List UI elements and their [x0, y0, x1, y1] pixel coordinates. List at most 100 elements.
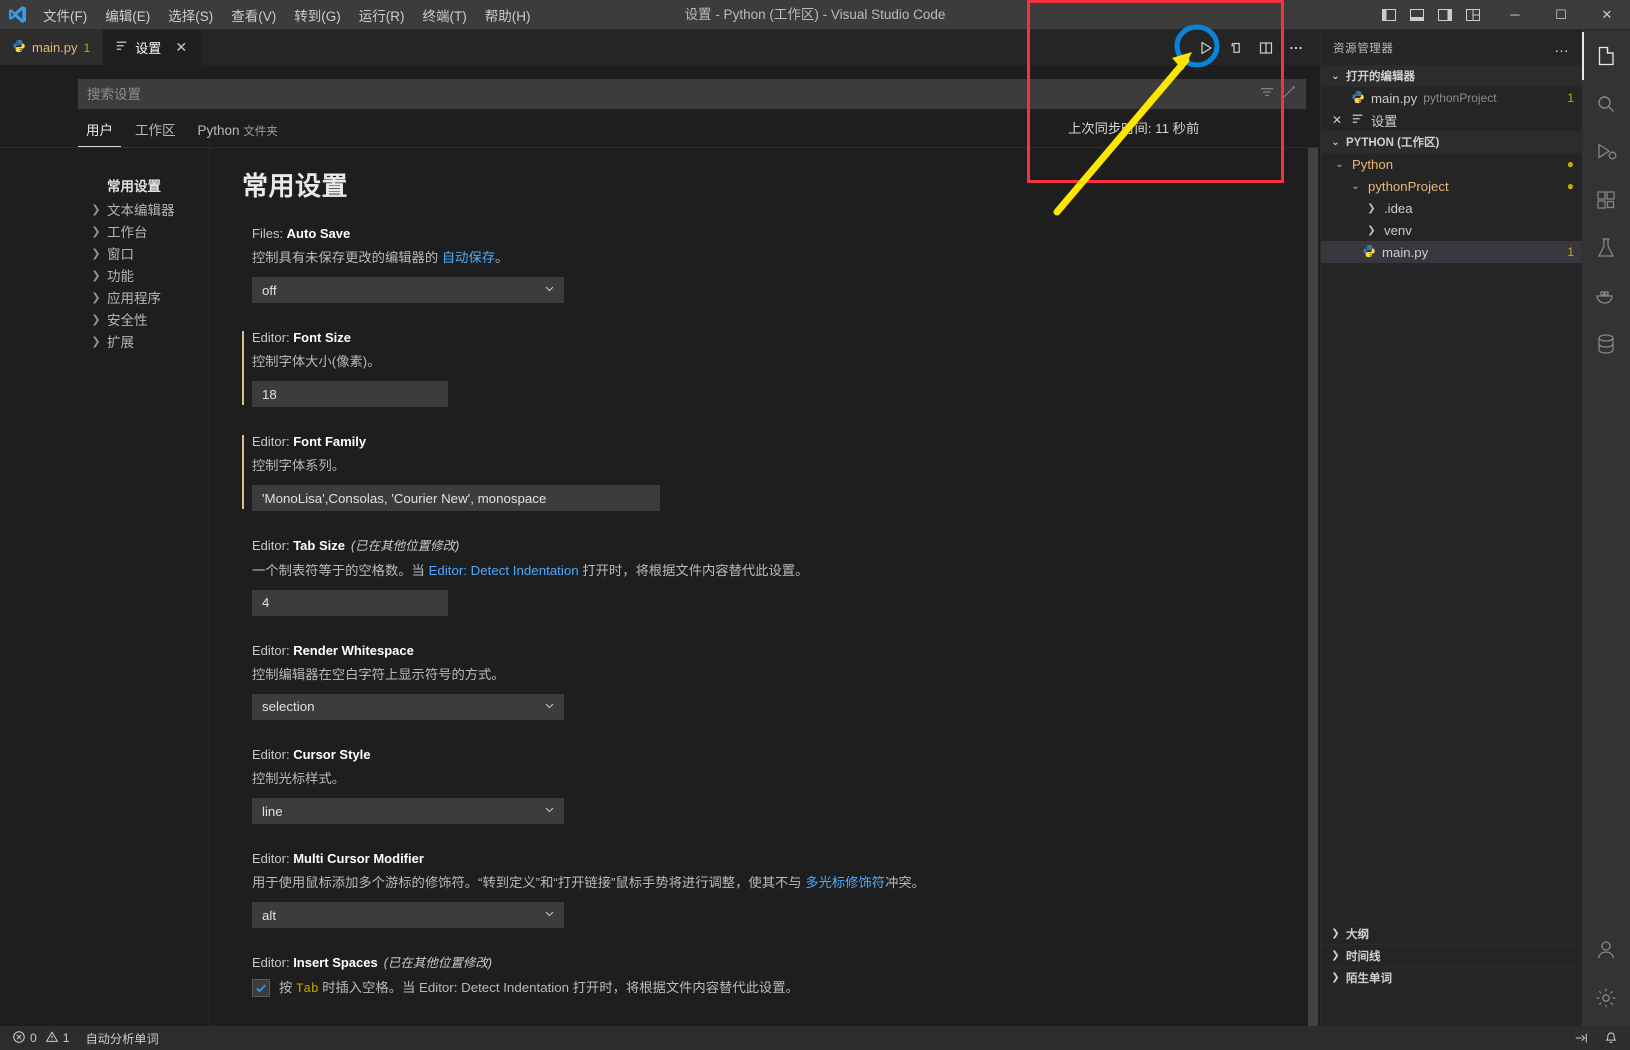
setting-dropdown-value: selection [262, 699, 315, 715]
close-editor-icon[interactable]: ✕ [1329, 113, 1345, 127]
setting-description-text: 控制字体系列。 [252, 458, 346, 474]
menu-edit[interactable]: 编辑(E) [96, 1, 159, 29]
split-editor-icon[interactable] [1252, 34, 1280, 62]
setting-text-input[interactable]: 4 [252, 589, 448, 616]
tree-item-label: .idea [1384, 200, 1413, 216]
customize-layout-icon[interactable] [1460, 2, 1486, 28]
toc-item-common[interactable]: 常用设置 [90, 172, 209, 198]
setting-item: Editor: Render Whitespace 控制编辑器在空白字符上显示符号… [242, 642, 1320, 720]
open-changes-icon[interactable] [1222, 34, 1250, 62]
tree-item-main-py[interactable]: main.py 1 [1321, 241, 1582, 263]
status-bar: 0 1 自动分析单词 [0, 1026, 1630, 1050]
setting-description-link[interactable]: Editor: Detect Indentation [429, 563, 579, 578]
account-icon[interactable] [1582, 926, 1630, 974]
more-actions-icon[interactable] [1282, 34, 1310, 62]
problems-status[interactable]: 0 1 [4, 1026, 78, 1050]
toggle-panel-icon[interactable] [1404, 2, 1430, 28]
tab-close-icon[interactable]: ✕ [173, 39, 189, 56]
setting-key: Editor: Cursor Style [252, 746, 1320, 764]
toc-item-features[interactable]: ❯ 功能 [90, 264, 209, 286]
toggle-secondary-sidebar-icon[interactable] [1432, 2, 1458, 28]
settings-list[interactable]: 常用设置 Files: Auto Save 控制具有未保存更改的编辑器的 自动保存… [210, 148, 1320, 1026]
setting-dropdown[interactable]: selection [252, 693, 564, 720]
database-icon[interactable] [1582, 320, 1630, 368]
setting-checkbox[interactable] [252, 978, 270, 997]
section-python-workspace[interactable]: ⌄ PYTHON (工作区) [1321, 131, 1582, 153]
setting-dropdown-value: line [262, 803, 283, 819]
tree-item-venv[interactable]: ❯ venv [1321, 219, 1582, 241]
menu-file[interactable]: 文件(F) [34, 1, 96, 29]
explorer-icon[interactable] [1582, 32, 1630, 80]
open-editor-settings[interactable]: ✕ 设置 [1321, 109, 1582, 131]
toc-item-security[interactable]: ❯ 安全性 [90, 308, 209, 330]
panel-unknown-words[interactable]: ❯ 陌生单词 [1321, 966, 1582, 988]
run-debug-icon[interactable] [1582, 128, 1630, 176]
setting-dropdown[interactable]: off [252, 277, 564, 304]
word-analysis-status[interactable]: 自动分析单词 [78, 1026, 167, 1050]
setting-key-name: Insert Spaces [293, 955, 378, 971]
chevron-down-icon: ⌄ [1331, 70, 1340, 82]
scope-tab-folder[interactable]: Python 文件夹 [190, 119, 286, 147]
setting-text-input[interactable]: 'MonoLisa',Consolas, 'Courier New', mono… [252, 485, 660, 512]
window-minimize-button[interactable]: ─ [1492, 0, 1538, 30]
scope-tab-label: 用户 [86, 123, 113, 138]
setting-text-input[interactable]: 18 [252, 381, 448, 408]
section-label: PYTHON (工作区) [1346, 137, 1440, 149]
menu-go[interactable]: 转到(G) [285, 1, 350, 29]
menu-view[interactable]: 查看(V) [222, 1, 285, 29]
menu-help[interactable]: 帮助(H) [476, 1, 540, 29]
docker-icon[interactable] [1582, 272, 1630, 320]
search-icon[interactable] [1582, 80, 1630, 128]
scope-tab-workspace[interactable]: 工作区 [127, 115, 184, 147]
settings-search-box[interactable] [78, 79, 1306, 109]
editor-layout-status-icon[interactable] [1566, 1026, 1596, 1050]
window-close-button[interactable]: ✕ [1584, 0, 1630, 30]
setting-key: Editor: Insert Spaces (已在其他位置修改) [252, 954, 1320, 973]
panel-outline[interactable]: ❯ 大纲 [1321, 922, 1582, 944]
titlebar-right-controls: ─ ☐ ✕ [1376, 0, 1630, 30]
menu-run[interactable]: 运行(R) [350, 1, 414, 29]
toc-item-extensions[interactable]: ❯ 扩展 [90, 330, 209, 352]
section-open-editors[interactable]: ⌄ 打开的编辑器 [1321, 65, 1582, 87]
tree-item-pythonproject[interactable]: ⌄ pythonProject ● [1321, 175, 1582, 197]
setting-dropdown[interactable]: alt [252, 902, 564, 929]
testing-icon[interactable] [1582, 224, 1630, 272]
toc-label: 应用程序 [107, 291, 161, 306]
section-label: 打开的编辑器 [1346, 71, 1415, 83]
tab-main-py[interactable]: main.py 1 [0, 30, 104, 65]
setting-item: Editor: Tab Size (已在其他位置修改) 一个制表符等于的空格数。当 … [242, 537, 1320, 616]
toggle-primary-sidebar-icon[interactable] [1376, 2, 1402, 28]
setting-code-token: Tab [296, 981, 319, 996]
toc-item-workbench[interactable]: ❯ 工作台 [90, 220, 209, 242]
chevron-right-icon: ❯ [91, 313, 101, 326]
setting-dropdown[interactable]: line [252, 798, 564, 825]
open-editor-main-py[interactable]: main.py pythonProject 1 [1321, 87, 1582, 109]
tree-item-python[interactable]: ⌄ Python ● [1321, 153, 1582, 175]
toc-item-text-editor[interactable]: ❯ 文本编辑器 [90, 198, 209, 220]
explorer-more-actions-icon[interactable]: … [1554, 39, 1570, 56]
toc-item-window[interactable]: ❯ 窗口 [90, 242, 209, 264]
scope-tab-user[interactable]: 用户 [78, 115, 121, 147]
settings-gear-icon[interactable] [1582, 974, 1630, 1022]
scrollbar-thumb[interactable] [1308, 148, 1318, 1026]
setting-description-link[interactable]: 多光标修饰符 [805, 875, 885, 890]
search-input[interactable] [87, 86, 1259, 102]
tab-settings[interactable]: 设置 ✕ [103, 30, 203, 65]
toc-item-application[interactable]: ❯ 应用程序 [90, 286, 209, 308]
window-maximize-button[interactable]: ☐ [1538, 0, 1584, 30]
clear-search-icon[interactable] [1281, 84, 1297, 105]
menu-selection[interactable]: 选择(S) [159, 1, 222, 29]
setting-description-link[interactable]: Editor: Detect Indentation [419, 980, 569, 995]
panel-timeline[interactable]: ❯ 时间线 [1321, 944, 1582, 966]
setting-key-prefix: Editor: [252, 434, 294, 450]
run-python-file-icon[interactable] [1192, 34, 1220, 62]
notifications-bell-icon[interactable] [1596, 1026, 1626, 1050]
activity-bar [1582, 30, 1630, 1026]
setting-description-link[interactable]: 自动保存 [442, 250, 495, 265]
settings-scrollbar[interactable] [1306, 148, 1320, 1026]
menu-terminal[interactable]: 终端(T) [414, 1, 476, 29]
editor-area: main.py 1 设置 ✕ 搜索设置 用户 工作区 Python 文件夹 常用… [0, 30, 1320, 1026]
filter-settings-icon[interactable] [1259, 84, 1275, 105]
extensions-icon[interactable] [1582, 176, 1630, 224]
tree-item-idea[interactable]: ❯ .idea [1321, 197, 1582, 219]
